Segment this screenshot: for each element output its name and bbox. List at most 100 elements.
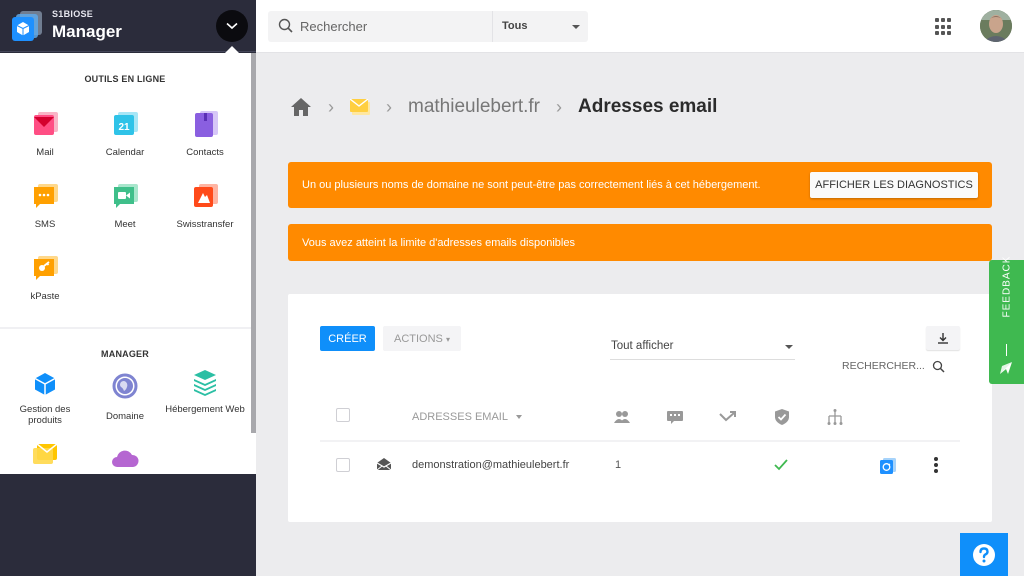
actions-button[interactable]: ACTIONS ▾ [383,326,461,351]
menu-toggle-button[interactable] [216,10,248,42]
app-tile-label: SMS [34,219,56,230]
redirect-icon [719,411,736,422]
contacts-app-icon [195,111,218,137]
manager-item-cloud[interactable] [85,443,165,474]
alert-message: Vous avez atteint la limite d'adresses e… [302,237,575,249]
manager-item-products[interactable]: Gestion des produits [5,369,85,426]
sms-app-icon [34,184,58,208]
column-header-email[interactable]: ADRESSES EMAIL [412,411,522,423]
topbar: Tous [256,0,1024,53]
app-name: Manager [52,22,122,41]
create-button[interactable]: CRÉER [320,326,375,351]
cube-icon [34,373,56,395]
manager-title: MANAGER [101,349,149,359]
email-addresses-card: CRÉER ACTIONS ▾ Tout afficher RECHERCHER… [288,294,992,522]
app-tile-label: Mail [36,147,54,158]
aliases-count: 1 [615,459,622,471]
breadcrumb-domain-link[interactable]: mathieulebert.fr [408,96,540,118]
cloud-icon [112,450,139,467]
mail-app-open-icon[interactable] [879,457,897,475]
row-checkbox[interactable] [336,458,350,472]
apps-grid-icon[interactable] [935,18,953,36]
show-diagnostics-button[interactable]: AFFICHER LES DIAGNOSTICS [810,172,978,198]
globe-icon [112,373,138,399]
email-service-icon[interactable] [350,99,370,115]
app-tile-kpaste[interactable]: kPaste [5,253,85,302]
breadcrumb-separator-icon: › [328,96,334,117]
security-icon [775,409,789,425]
download-button[interactable] [926,326,960,350]
breadcrumb-separator-icon: › [386,96,392,117]
breadcrumb: › › mathieulebert.fr › Adresses email [290,92,717,122]
app-tile-meet[interactable]: Meet [85,181,165,230]
home-icon[interactable] [290,97,312,117]
user-avatar[interactable] [980,10,1012,42]
global-search: Tous [268,11,588,42]
help-icon [973,543,995,566]
autoreply-icon [667,411,683,424]
checkmark-icon [774,459,788,471]
manager-item-hosting[interactable]: Hébergement Web [165,367,245,415]
feedback-divider [1006,344,1007,356]
chevron-down-icon [226,22,238,30]
mail-app-icon [34,112,58,135]
alert-message: Un ou plusieurs noms de domaine ne sont … [302,179,761,191]
email-addresses-table: ADRESSES EMAIL demonstration@mathieulebe… [320,394,960,488]
app-tile-swisstransfer[interactable]: Swisstransfer [165,181,245,230]
email-limit-alert: Vous avez atteint la limite d'adresses e… [288,224,992,261]
manager-item-label: Hébergement Web [165,404,245,415]
search-scope-select[interactable]: Tous [492,11,588,42]
select-all-checkbox[interactable] [336,408,350,422]
email-address[interactable]: demonstration@mathieulebert.fr [412,459,569,471]
breadcrumb-separator-icon: › [556,96,563,117]
global-search-input[interactable] [300,11,490,42]
svg-text:21: 21 [118,122,130,133]
organization-name: S1BIOSE [52,9,94,19]
filter-select[interactable]: Tout afficher [610,334,795,360]
caret-down-icon [572,25,580,29]
caret-down-icon [785,345,793,349]
manager-item-domain[interactable]: Domaine [85,371,165,422]
search-icon[interactable] [932,360,945,373]
table-header: ADRESSES EMAIL [320,394,960,442]
feedback-label: FEEDBACK [1001,255,1013,318]
app-tile-label: Contacts [186,147,224,158]
app-tile-sms[interactable]: SMS [5,181,85,230]
calendar-app-icon: 21 [114,112,138,135]
manager-item-label: Domaine [105,411,145,422]
column-header-label: ADRESSES EMAIL [412,411,508,423]
app-tile-label: Swisstransfer [176,219,234,230]
table-row[interactable]: demonstration@mathieulebert.fr 1 [320,442,960,488]
app-tile-contacts[interactable]: Contacts [165,109,245,158]
panel-scrollbar[interactable] [251,53,256,433]
meet-app-icon [114,184,138,208]
feedback-tab[interactable]: FEEDBACK [989,255,1024,384]
hierarchy-icon [827,409,843,425]
help-button[interactable] [960,533,1008,576]
mail-service-icon [33,443,58,464]
brand-header: S1BIOSE Manager [0,0,256,52]
app-tile-label: Calendar [105,147,145,158]
filter-value: Tout afficher [611,340,674,352]
app-tile-calendar[interactable]: 21 Calendar [85,109,165,158]
section-divider [0,327,251,329]
app-tile-label: Meet [114,219,136,230]
aliases-icon [614,411,630,423]
manager-item-label: Gestion des produits [19,404,71,426]
actions-label: ACTIONS [394,332,443,345]
search-scope-value: Tous [502,20,528,32]
domain-warning-alert: Un ou plusieurs noms de domaine ne sont … [288,162,992,208]
page-title: Adresses email [578,96,718,117]
search-icon [278,18,293,33]
avatar-photo-icon [980,10,1012,42]
open-envelope-icon [376,458,392,471]
layers-icon [194,370,216,396]
online-tools-title: OUTILS EN LIGNE [84,74,166,84]
more-options-icon[interactable] [928,456,944,474]
kpaste-app-icon [34,256,58,280]
app-tile-mail[interactable]: Mail [5,109,85,158]
table-search-label[interactable]: RECHERCHER... [842,360,925,372]
manager-item-mail-service[interactable] [5,439,85,474]
dropdown-pointer [225,46,239,53]
app-tile-label: kPaste [30,291,60,302]
